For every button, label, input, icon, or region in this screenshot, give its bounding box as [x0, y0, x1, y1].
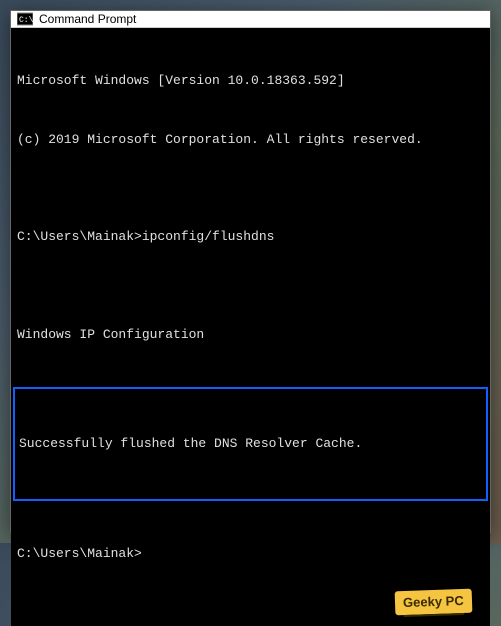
- copyright-line: (c) 2019 Microsoft Corporation. All righ…: [17, 130, 484, 150]
- window-title: Command Prompt: [39, 12, 136, 26]
- titlebar[interactable]: C:\ Command Prompt: [11, 11, 490, 28]
- terminal-body[interactable]: Microsoft Windows [Version 10.0.18363.59…: [11, 28, 490, 626]
- highlight-box: Successfully flushed the DNS Resolver Ca…: [13, 387, 488, 501]
- prompt-command: C:\Users\Mainak>ipconfig/flushdns: [17, 227, 484, 247]
- version-line: Microsoft Windows [Version 10.0.18363.59…: [17, 71, 484, 91]
- command-prompt-window: C:\ Command Prompt Microsoft Windows [Ve…: [10, 10, 491, 533]
- ip-config-header: Windows IP Configuration: [17, 325, 484, 345]
- watermark-badge: Geeky PC: [395, 589, 472, 615]
- success-message: Successfully flushed the DNS Resolver Ca…: [19, 434, 482, 454]
- cmd-icon: C:\: [17, 11, 33, 27]
- prompt-ready: C:\Users\Mainak>: [17, 544, 484, 564]
- svg-text:C:\: C:\: [19, 16, 33, 25]
